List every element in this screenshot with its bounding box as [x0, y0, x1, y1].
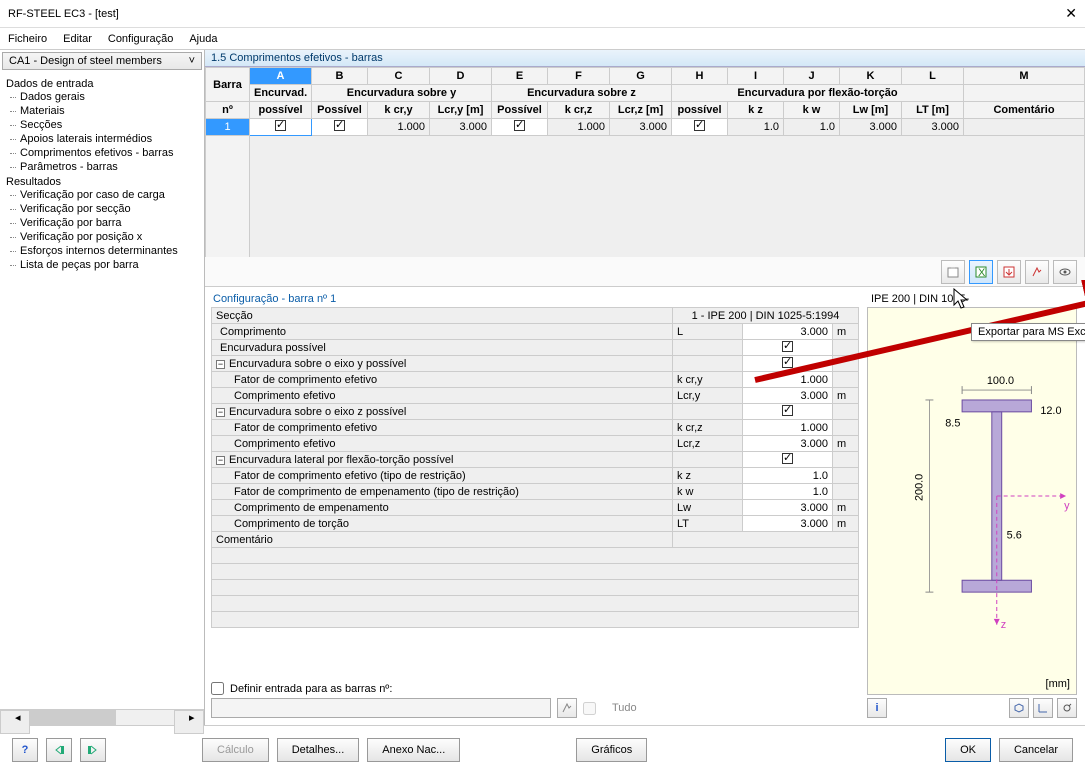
chevron-down-icon: ˅ [189, 55, 195, 67]
svg-text:5.6: 5.6 [1007, 530, 1022, 542]
prev-button[interactable] [46, 738, 72, 762]
help-button[interactable]: ? [12, 738, 38, 762]
graphics-button[interactable]: Gráficos [576, 738, 647, 762]
checkbox-icon [514, 120, 525, 131]
tree-item[interactable]: Verificação por caso de carga [6, 188, 204, 202]
tree-item[interactable]: Materiais [6, 104, 204, 118]
ok-button[interactable]: OK [945, 738, 991, 762]
details-button[interactable]: Detalhes... [277, 738, 360, 762]
tooltip: Exportar para MS Excel [971, 323, 1085, 341]
define-label: Definir entrada para as barras nº: [230, 683, 392, 695]
sidebar-scrollbar: ◂ ▸ [0, 709, 204, 725]
menu-file[interactable]: Ficheiro [8, 33, 47, 45]
tree-item[interactable]: Comprimentos efetivos - barras [6, 146, 204, 160]
detail-table: Secção1 - IPE 200 | DIN 1025-5:1994Compr… [211, 307, 859, 628]
preview-title: IPE 200 | DIN 1025- [867, 293, 1077, 307]
tree-group: Dados de entrada [6, 78, 204, 90]
window-title: RF-STEEL EC3 - [test] [8, 8, 1065, 20]
tree-item[interactable]: Secções [6, 118, 204, 132]
cancel-button[interactable]: Cancelar [999, 738, 1073, 762]
menu-help[interactable]: Ajuda [189, 33, 217, 45]
tudo-checkbox [583, 702, 596, 715]
tree-item[interactable]: Esforços internos determinantes [6, 244, 204, 258]
config-title: Configuração - barra nº 1 [211, 293, 859, 307]
scroll-left[interactable]: ◂ [0, 710, 30, 734]
scroll-right[interactable]: ▸ [174, 710, 204, 734]
svg-text:y: y [1064, 500, 1070, 512]
tree-item[interactable]: Apoios laterais intermédios [6, 132, 204, 146]
define-checkbox[interactable] [211, 682, 224, 695]
data-grid: Barra A B C D E F G H I J K L M Encurvad… [205, 67, 1085, 257]
axes-button[interactable] [1033, 698, 1053, 718]
row-id[interactable]: 1 [206, 119, 250, 136]
pick-members-button[interactable] [557, 698, 577, 718]
import-button[interactable] [941, 260, 965, 284]
tudo-label: Tudo [612, 702, 637, 714]
unit-label: [mm] [1046, 678, 1070, 690]
menu-bar: Ficheiro Editar Configuração Ajuda [0, 28, 1085, 50]
export-excel-button[interactable]: X [969, 260, 993, 284]
menu-config[interactable]: Configuração [108, 33, 173, 45]
tree-item[interactable]: Verificação por posição x [6, 230, 204, 244]
tree-item[interactable]: Lista de peças por barra [6, 258, 204, 272]
close-button[interactable]: ✕ [1065, 5, 1077, 22]
svg-text:100.0: 100.0 [987, 375, 1014, 387]
next-button[interactable] [80, 738, 106, 762]
case-select[interactable]: CA1 - Design of steel members˅ [2, 52, 202, 70]
view-button[interactable] [1053, 260, 1077, 284]
checkbox-icon [694, 120, 705, 131]
section-preview: 100.0 200.0 12.0 5.6 8.5 [867, 307, 1077, 695]
tree-item[interactable]: Verificação por secção [6, 202, 204, 216]
define-field[interactable] [211, 698, 551, 718]
svg-text:8.5: 8.5 [945, 418, 960, 430]
view3d-button[interactable] [1009, 698, 1029, 718]
section-title: 1.5 Comprimentos efetivos - barras [205, 50, 1085, 67]
menu-edit[interactable]: Editar [63, 33, 92, 45]
tree-group: Resultados [6, 176, 204, 188]
tree-item[interactable]: Verificação por barra [6, 216, 204, 230]
info-button[interactable]: i [867, 698, 887, 718]
svg-text:X: X [978, 267, 986, 279]
grid-toolbar: X [205, 257, 1085, 287]
svg-text:200.0: 200.0 [913, 474, 925, 501]
tree-item[interactable]: Dados gerais [6, 90, 204, 104]
svg-text:12.0: 12.0 [1040, 405, 1061, 417]
checkbox-icon [334, 120, 345, 131]
tree-item[interactable]: Parâmetros - barras [6, 160, 204, 174]
svg-text:z: z [1001, 619, 1006, 631]
settings-button[interactable] [1057, 698, 1077, 718]
calc-button[interactable]: Cálculo [202, 738, 269, 762]
nav-tree: Dados de entrada Dados gerais Materiais … [0, 72, 204, 709]
export-button[interactable] [997, 260, 1021, 284]
annex-button[interactable]: Anexo Nac... [367, 738, 460, 762]
bottom-bar: ? Cálculo Detalhes... Anexo Nac... Gráfi… [0, 726, 1085, 774]
pick-button[interactable] [1025, 260, 1049, 284]
checkbox-icon [275, 120, 286, 131]
